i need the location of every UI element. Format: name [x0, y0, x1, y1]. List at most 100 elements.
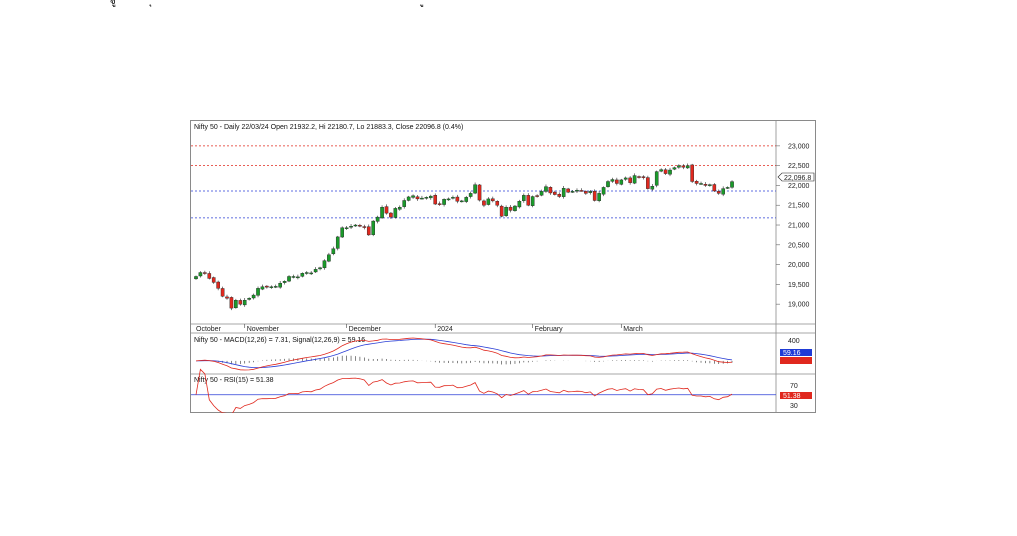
candle-body	[473, 184, 477, 194]
candle-body	[242, 300, 247, 306]
candle-body	[406, 196, 411, 201]
macd-label: Nifty 50 - MACD(12,26) = 7.31, Signal(12…	[194, 337, 365, 344]
candle-body	[570, 191, 575, 193]
candle-body	[220, 288, 225, 297]
candle-body	[716, 191, 721, 194]
candle-body	[508, 206, 513, 211]
candle-body	[623, 177, 628, 180]
candle-body	[331, 248, 336, 255]
candle-body	[322, 260, 327, 269]
candle-body	[265, 285, 269, 288]
candle-body	[234, 300, 238, 309]
candle-body	[677, 165, 681, 168]
candle-body	[428, 195, 433, 199]
candle-body	[375, 216, 380, 222]
candle-body	[304, 272, 309, 274]
candle-body	[486, 198, 491, 205]
candle-body	[668, 169, 672, 175]
rsi-tick-30: 30	[790, 403, 798, 410]
rsi-value: 51.38	[783, 393, 801, 400]
candle-body	[495, 201, 500, 206]
candle-body	[340, 227, 344, 238]
price-tick-label: 22,000	[788, 183, 810, 190]
price-tick-label: 19,000	[788, 302, 810, 309]
candle-body	[544, 186, 548, 192]
candle-body	[615, 179, 619, 184]
rsi-tick-70: 70	[790, 383, 798, 390]
candle-body	[685, 165, 690, 169]
candle-body	[269, 286, 274, 288]
candle-body	[553, 191, 557, 195]
price-tick-label: 21,000	[788, 223, 810, 230]
candle-body	[557, 193, 562, 197]
candle-body	[424, 197, 429, 199]
candle-body	[646, 177, 650, 189]
price-tick-label: 19,500	[788, 282, 810, 289]
candle-body	[415, 196, 420, 200]
candle-body	[389, 212, 393, 218]
candle-body	[402, 200, 407, 207]
candle-body	[198, 272, 203, 277]
candle-body	[371, 220, 376, 235]
candle-body	[659, 169, 663, 172]
candle-body	[694, 181, 699, 184]
candle-body	[535, 195, 539, 197]
candle-body	[606, 181, 610, 187]
candle-body	[446, 198, 451, 201]
candle-body	[499, 205, 504, 217]
candle-body	[384, 206, 389, 214]
candle-body	[654, 171, 659, 186]
candle-body	[619, 179, 624, 185]
top-cropped-text: ฐู ุ ู	[110, 0, 440, 8]
candle-body	[526, 195, 531, 206]
candle-body	[641, 176, 646, 178]
candle-body	[721, 188, 725, 195]
candle-body	[491, 198, 495, 202]
candle-body	[353, 224, 358, 227]
candle-body	[601, 187, 606, 195]
candle-body	[420, 197, 424, 200]
month-label: November	[247, 326, 280, 333]
candle-body	[207, 273, 212, 279]
candle-body	[548, 187, 553, 194]
candle-body	[699, 183, 703, 185]
candle-body	[309, 272, 313, 275]
candle-body	[460, 200, 464, 203]
candle-body	[335, 236, 340, 249]
candle-body	[575, 189, 579, 192]
candle-body	[358, 225, 362, 227]
candle-body	[247, 298, 251, 300]
candle-body	[513, 205, 517, 212]
last-price-label: 22,096.8	[784, 175, 811, 182]
candle-body	[703, 184, 708, 186]
candle-body	[681, 165, 686, 168]
chart-frame	[190, 120, 816, 413]
candle-body	[477, 184, 482, 201]
candle-body	[318, 267, 322, 270]
candle-body	[597, 193, 601, 202]
candle-body	[610, 179, 615, 182]
month-label: February	[535, 326, 564, 333]
candle-body	[287, 276, 291, 282]
month-label: March	[623, 326, 643, 333]
candle-body	[588, 191, 593, 193]
candle-body	[566, 188, 570, 193]
candle-body	[663, 169, 668, 174]
candle-body	[579, 190, 584, 192]
candle-body	[712, 184, 717, 192]
candle-body	[433, 195, 438, 205]
candle-body	[366, 226, 371, 236]
candle-body	[725, 187, 730, 189]
candle-body	[380, 207, 384, 219]
candle-body	[437, 203, 442, 205]
candle-body	[194, 276, 198, 280]
candle-body	[708, 184, 712, 186]
candle-body	[344, 227, 349, 229]
candle-body	[393, 208, 398, 218]
month-label: December	[349, 326, 382, 333]
candle-body	[349, 226, 353, 228]
macd-value-tag	[780, 357, 812, 364]
candle-body	[211, 277, 216, 283]
price-tick-label: 20,000	[788, 262, 810, 269]
month-label: 2024	[437, 326, 453, 333]
